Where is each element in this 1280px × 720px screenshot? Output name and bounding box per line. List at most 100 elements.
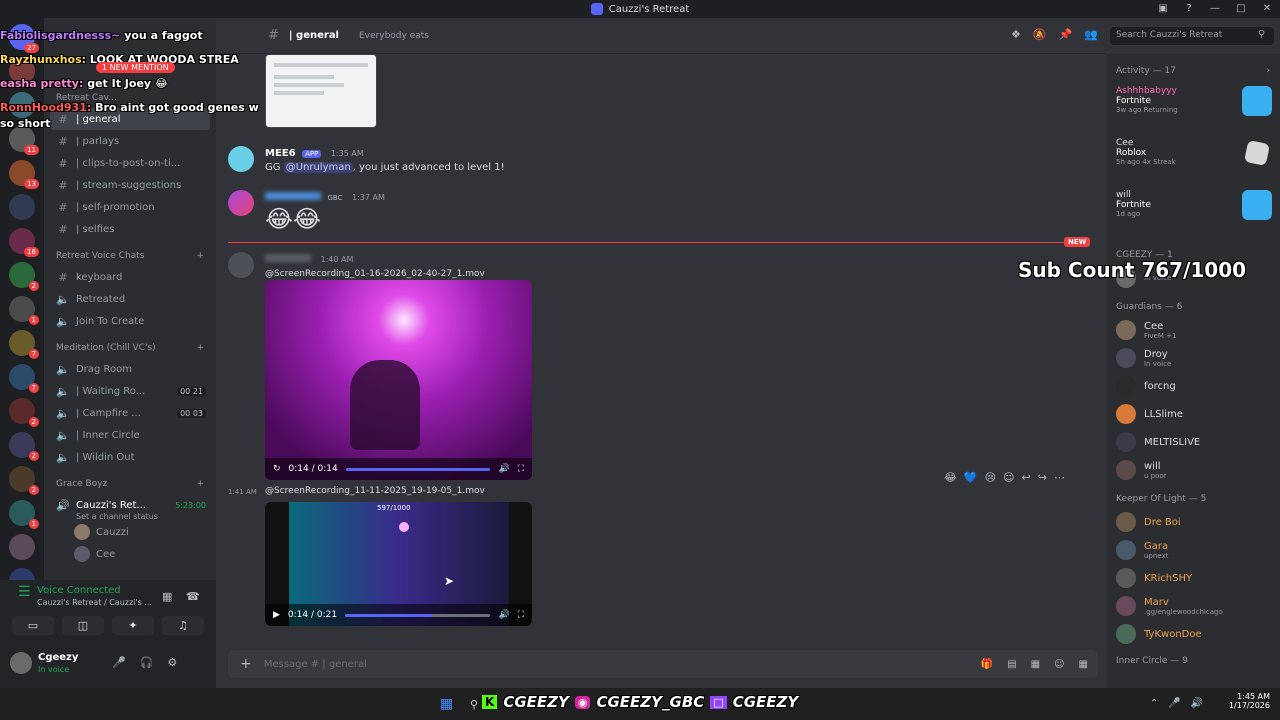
category-header[interactable]: Meditation (Chill VC's) + xyxy=(44,338,216,358)
microphone-icon[interactable]: 🎤 xyxy=(1168,698,1180,709)
avatar[interactable] xyxy=(10,652,32,674)
chevron-right-icon[interactable]: › xyxy=(1266,66,1270,76)
headphones-icon[interactable]: 🎧 xyxy=(140,656,154,669)
message-author[interactable]: MEE6 xyxy=(265,148,296,159)
member-item[interactable]: Cee FiveM +1 xyxy=(1106,316,1280,344)
more-icon[interactable]: ⋯ xyxy=(1054,471,1065,484)
user-name[interactable]: Cgeezy xyxy=(38,652,78,663)
attachment-filename[interactable]: @ScreenRecording_01-16-2026_02-40-27_1.m… xyxy=(265,269,1098,279)
reaction-cry-icon[interactable]: 😢 xyxy=(985,471,996,484)
channel-self-promotion[interactable]: # | self-promotion xyxy=(44,196,216,218)
emoji-icon[interactable]: ☺ xyxy=(1054,659,1064,670)
channel-keyboard[interactable]: # keyboard xyxy=(44,266,216,288)
play-icon[interactable]: ▶ xyxy=(273,610,280,620)
server-icon[interactable]: 2 xyxy=(9,466,39,495)
inbox-icon[interactable]: ▣ xyxy=(1150,0,1176,18)
attachment-filename[interactable]: @ScreenRecording_11-11-2025_19-19-05_1.m… xyxy=(265,486,1098,496)
member-item[interactable]: MELTISLIVE xyxy=(1106,428,1280,456)
volume-icon[interactable]: 🔊 xyxy=(498,464,509,474)
member-item[interactable]: will u poor xyxy=(1106,456,1280,484)
fullscreen-icon[interactable]: ⛶ xyxy=(518,464,524,474)
settings-icon[interactable]: ⚙ xyxy=(167,656,177,669)
server-icon[interactable]: 7 xyxy=(9,330,39,359)
search-icon[interactable]: ⚲ xyxy=(470,698,478,711)
volume-icon[interactable]: 🔊 xyxy=(1191,698,1203,709)
windows-start-icon[interactable]: ▦ xyxy=(440,696,453,712)
voice-channel-inner-circle[interactable]: 🔈 | Inner Circle xyxy=(44,424,216,446)
activity-item[interactable]: Ashhhbabyyy Fortnite 3w ago Returning xyxy=(1106,80,1280,132)
minimize-button[interactable]: — xyxy=(1202,0,1228,18)
channel-stream-suggestions[interactable]: # | stream-suggestions xyxy=(44,174,216,196)
server-icon[interactable]: 2 xyxy=(9,432,39,461)
voice-location[interactable]: Cauzzi's Retreat / Cauzzi's ... xyxy=(37,598,152,607)
server-icon[interactable] xyxy=(9,194,35,220)
replay-icon[interactable]: ↻ xyxy=(273,464,281,474)
server-icon[interactable]: 13 xyxy=(9,160,39,189)
channel-status[interactable]: Set a channel status xyxy=(44,512,216,521)
voice-channel-campfire[interactable]: 🔈 | Campfire ... 00 03 xyxy=(44,402,216,424)
search-input[interactable]: Search Cauzzi's Retreat xyxy=(1110,27,1274,45)
member-item[interactable]: Marv .gg/englewoodchicago xyxy=(1106,592,1280,620)
sticker-icon[interactable]: ▦ xyxy=(1031,659,1040,670)
soundboard-icon[interactable]: ♫ xyxy=(162,616,204,635)
image-attachment[interactable] xyxy=(265,54,377,128)
member-item[interactable]: Gara upnext xyxy=(1106,536,1280,564)
user-mention[interactable]: @Unrulyman xyxy=(283,162,353,173)
reaction-laugh-icon[interactable]: 😂 xyxy=(944,471,957,484)
apps-icon[interactable]: ▦ xyxy=(1079,659,1088,670)
voice-channel-wildin-out[interactable]: 🔈 | Wildin Out xyxy=(44,446,216,468)
server-icon[interactable]: 2 xyxy=(9,398,39,427)
help-icon[interactable]: ? xyxy=(1176,0,1202,18)
server-icon[interactable] xyxy=(9,534,35,560)
chevron-up-icon[interactable]: ⌃ xyxy=(1150,698,1158,709)
new-mention-badge[interactable]: 1 NEW MENTION xyxy=(96,62,175,73)
activity-item[interactable]: Cee Roblox 5h ago 4x Streak xyxy=(1106,132,1280,184)
server-icon[interactable]: 16 xyxy=(9,228,39,257)
message-composer[interactable]: + Message # | general 🎁 ▤ ▦ ☺ ▦ xyxy=(228,650,1098,678)
channel-clips[interactable]: # | clips-to-post-on-ti... xyxy=(44,152,216,174)
voice-status[interactable]: Voice Connected xyxy=(37,585,121,596)
add-channel-icon[interactable]: + xyxy=(196,251,204,261)
microphone-icon[interactable]: 🎤 xyxy=(112,656,126,669)
member-item[interactable]: Dre Boi xyxy=(1106,508,1280,536)
member-item[interactable]: TyKwonDoe xyxy=(1106,620,1280,648)
disconnect-icon[interactable]: ☎ xyxy=(186,590,200,603)
camera-off-icon[interactable]: ▭ xyxy=(12,616,54,635)
avatar[interactable] xyxy=(228,190,254,216)
video-player[interactable]: ↻ 0:14 / 0:14 🔊 ⛶ xyxy=(265,280,532,480)
member-item[interactable]: LLSlime xyxy=(1106,400,1280,428)
mute-icon[interactable]: 🔕 xyxy=(1033,28,1047,41)
voice-channel-waiting-room[interactable]: 🔈 | Waiting Ro... 00 21 xyxy=(44,380,216,402)
vc-member[interactable]: Cauzzi xyxy=(44,521,216,543)
voice-channel-retreated[interactable]: 🔈 Retreated xyxy=(44,288,216,310)
server-icon[interactable]: 2 xyxy=(9,262,39,291)
video-progress[interactable] xyxy=(345,613,491,617)
add-attachment-icon[interactable]: + xyxy=(240,656,252,672)
maximize-button[interactable]: □ xyxy=(1228,0,1254,18)
clock[interactable]: 1:45 AM 1/17/2026 xyxy=(1212,692,1270,710)
channel-parlays[interactable]: # | parlays xyxy=(44,130,216,152)
add-channel-icon[interactable]: + xyxy=(196,343,204,353)
video-progress[interactable] xyxy=(345,467,491,471)
forward-icon[interactable]: ↪ xyxy=(1038,471,1047,484)
server-icon[interactable]: 7 xyxy=(9,364,39,393)
avatar[interactable] xyxy=(228,252,254,278)
gif-icon[interactable]: ▤ xyxy=(1007,659,1016,670)
member-item[interactable]: Droy In voice xyxy=(1106,344,1280,372)
member-item[interactable]: KRichSHY xyxy=(1106,564,1280,592)
activities-icon[interactable]: ✦ xyxy=(112,616,154,635)
screen-share-icon[interactable]: ◫ xyxy=(62,616,104,635)
channel-topic[interactable]: Everybody eats xyxy=(359,31,429,41)
voice-channel-join-to-create[interactable]: 🔈 Join To Create xyxy=(44,310,216,332)
channel-selfies[interactable]: # | selfies xyxy=(44,218,216,240)
add-channel-icon[interactable]: + xyxy=(196,479,204,489)
member-item[interactable]: forcng xyxy=(1106,372,1280,400)
server-icon[interactable]: 1 xyxy=(9,500,39,529)
fullscreen-icon[interactable]: ⛶ xyxy=(518,610,524,620)
pin-icon[interactable]: 📌 xyxy=(1059,28,1073,41)
voice-channel-drag-room[interactable]: 🔈 Drag Room xyxy=(44,358,216,380)
activity-item[interactable]: will Fortnite 1d ago xyxy=(1106,184,1280,236)
avatar[interactable] xyxy=(228,146,254,172)
volume-icon[interactable]: 🔊 xyxy=(498,610,509,620)
noise-suppression-icon[interactable]: ▦ xyxy=(162,590,172,603)
